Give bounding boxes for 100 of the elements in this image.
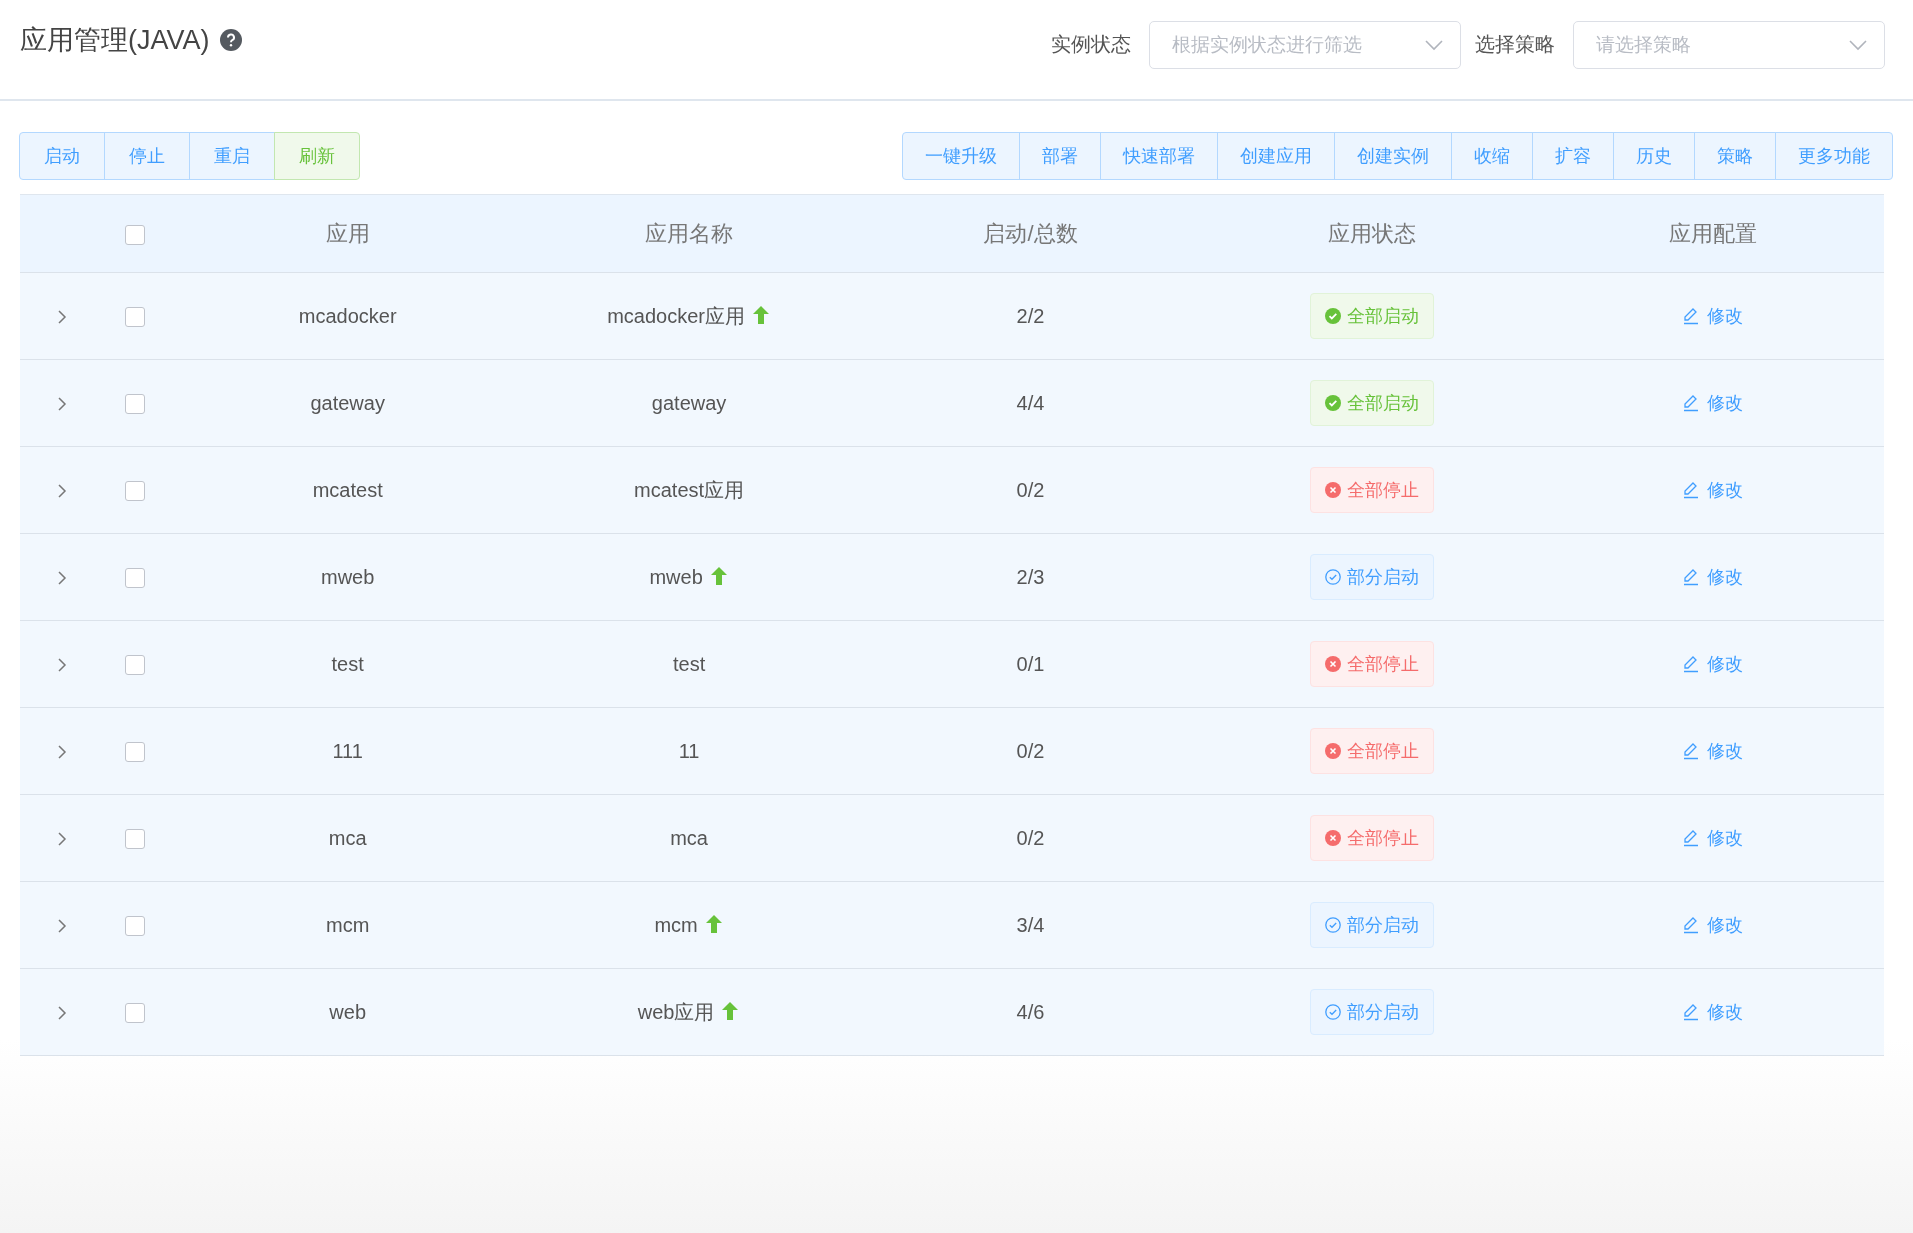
action-button[interactable]: 收缩	[1451, 132, 1533, 180]
close-circle-icon	[1324, 743, 1341, 759]
row-checkbox[interactable]	[125, 307, 145, 328]
table-cell: 0/2	[1016, 739, 1045, 762]
table-cell: test	[672, 652, 706, 675]
select-all-checkbox[interactable]	[125, 224, 145, 245]
edit-link[interactable]: 修改	[1677, 911, 1750, 938]
close-circle-icon	[1324, 482, 1341, 498]
expand-chevron-icon[interactable]	[57, 570, 67, 587]
row-checkbox[interactable]	[125, 916, 145, 937]
edit-icon	[1683, 741, 1700, 760]
action-button[interactable]: 刷新	[274, 132, 360, 180]
action-button[interactable]: 创建应用	[1217, 132, 1335, 180]
table-cell: 3/4	[1016, 913, 1045, 936]
table-cell: gateway	[651, 391, 727, 414]
table-cell: web	[329, 1000, 367, 1023]
action-button[interactable]: 策略	[1694, 132, 1776, 180]
table-cell: mca	[328, 826, 367, 849]
table-cell: gateway	[310, 391, 385, 414]
action-button[interactable]: 历史	[1613, 132, 1695, 180]
status-tag: 全部启动	[1309, 293, 1434, 339]
edit-icon	[1683, 828, 1700, 847]
edit-icon	[1683, 480, 1700, 499]
edit-icon	[1683, 306, 1700, 325]
status-tag: 全部停止	[1309, 467, 1434, 513]
table-cell: mcadocker应用	[607, 304, 745, 327]
edit-link[interactable]: 修改	[1677, 737, 1750, 764]
edit-link[interactable]: 修改	[1677, 302, 1750, 329]
close-circle-icon	[1324, 656, 1341, 672]
caret-icon	[1425, 38, 1443, 51]
expand-chevron-icon[interactable]	[57, 744, 67, 761]
expand-chevron-icon[interactable]	[57, 483, 67, 500]
check-circle-outline-icon	[1324, 917, 1341, 933]
row-checkbox[interactable]	[125, 1003, 145, 1024]
select-field[interactable]: 根据实例状态进行筛选	[1149, 20, 1461, 69]
select-field[interactable]: 请选择策略	[1573, 20, 1885, 69]
status-tag: 部分启动	[1309, 902, 1434, 948]
edit-link[interactable]: 修改	[1677, 998, 1750, 1025]
table-cell: mcatest应用	[634, 478, 745, 501]
status-tag: 部分启动	[1309, 989, 1434, 1035]
action-button[interactable]: 停止	[104, 132, 190, 180]
status-tag: 全部停止	[1309, 728, 1434, 774]
table-cell: mcm	[326, 913, 370, 936]
table-cell: mcatest	[312, 478, 383, 501]
edit-icon	[1683, 915, 1700, 934]
expand-chevron-icon[interactable]	[57, 918, 67, 935]
edit-link[interactable]: 修改	[1677, 476, 1750, 503]
close-circle-icon	[1324, 830, 1341, 846]
edit-link[interactable]: 修改	[1677, 563, 1750, 590]
action-button[interactable]: 重启	[189, 132, 275, 180]
status-tag: 部分启动	[1309, 554, 1434, 600]
table-cell: test	[331, 652, 364, 675]
table-cell: mcadocker	[298, 304, 397, 327]
table-cell: 2/3	[1016, 565, 1045, 588]
table-cell: 4/4	[1016, 391, 1045, 414]
action-button[interactable]: 更多功能	[1775, 132, 1893, 180]
edit-icon	[1683, 393, 1700, 412]
check-circle-icon	[1324, 395, 1341, 411]
page-title: 应用管理(JAVA)	[20, 23, 210, 57]
caret-icon	[1849, 38, 1867, 51]
edit-icon	[1683, 654, 1700, 673]
action-button[interactable]: 创建实例	[1334, 132, 1452, 180]
column-header: 应用	[325, 220, 370, 246]
filter-label: 选择策略	[1475, 32, 1555, 57]
table-cell: mca	[670, 826, 708, 849]
row-checkbox[interactable]	[125, 742, 145, 763]
table-cell: mweb	[321, 565, 375, 588]
status-tag: 全部停止	[1309, 641, 1434, 687]
status-tag: 全部停止	[1309, 815, 1434, 861]
table-cell: mweb	[649, 566, 703, 588]
expand-chevron-icon[interactable]	[57, 657, 67, 674]
expand-chevron-icon[interactable]	[57, 396, 67, 413]
table-cell: 111	[332, 739, 363, 762]
edit-link[interactable]: 修改	[1677, 389, 1750, 416]
action-button[interactable]: 快速部署	[1100, 132, 1218, 180]
table-cell: 0/1	[1016, 652, 1045, 675]
help-icon[interactable]	[219, 28, 242, 51]
row-checkbox[interactable]	[125, 568, 145, 589]
filter-label: 实例状态	[1051, 32, 1131, 57]
column-header: 应用配置	[1669, 220, 1758, 246]
edit-link[interactable]: 修改	[1677, 650, 1750, 677]
edit-link[interactable]: 修改	[1677, 824, 1750, 851]
expand-chevron-icon[interactable]	[57, 831, 67, 848]
column-header: 应用名称	[645, 220, 734, 246]
status-tag: 全部启动	[1309, 380, 1434, 426]
row-checkbox[interactable]	[125, 829, 145, 850]
action-button[interactable]: 启动	[19, 132, 105, 180]
table-cell: 2/2	[1016, 304, 1045, 327]
table-cell: 0/2	[1016, 826, 1045, 849]
table-cell: mcm	[654, 914, 698, 936]
action-button[interactable]: 部署	[1019, 132, 1101, 180]
row-checkbox[interactable]	[125, 481, 145, 502]
row-checkbox[interactable]	[125, 394, 145, 415]
check-circle-icon	[1324, 308, 1341, 324]
row-checkbox[interactable]	[125, 655, 145, 676]
expand-chevron-icon[interactable]	[57, 309, 67, 326]
expand-chevron-icon[interactable]	[57, 1005, 67, 1022]
action-button[interactable]: 扩容	[1532, 132, 1614, 180]
check-circle-outline-icon	[1324, 569, 1341, 585]
action-button[interactable]: 一键升级	[902, 132, 1020, 180]
